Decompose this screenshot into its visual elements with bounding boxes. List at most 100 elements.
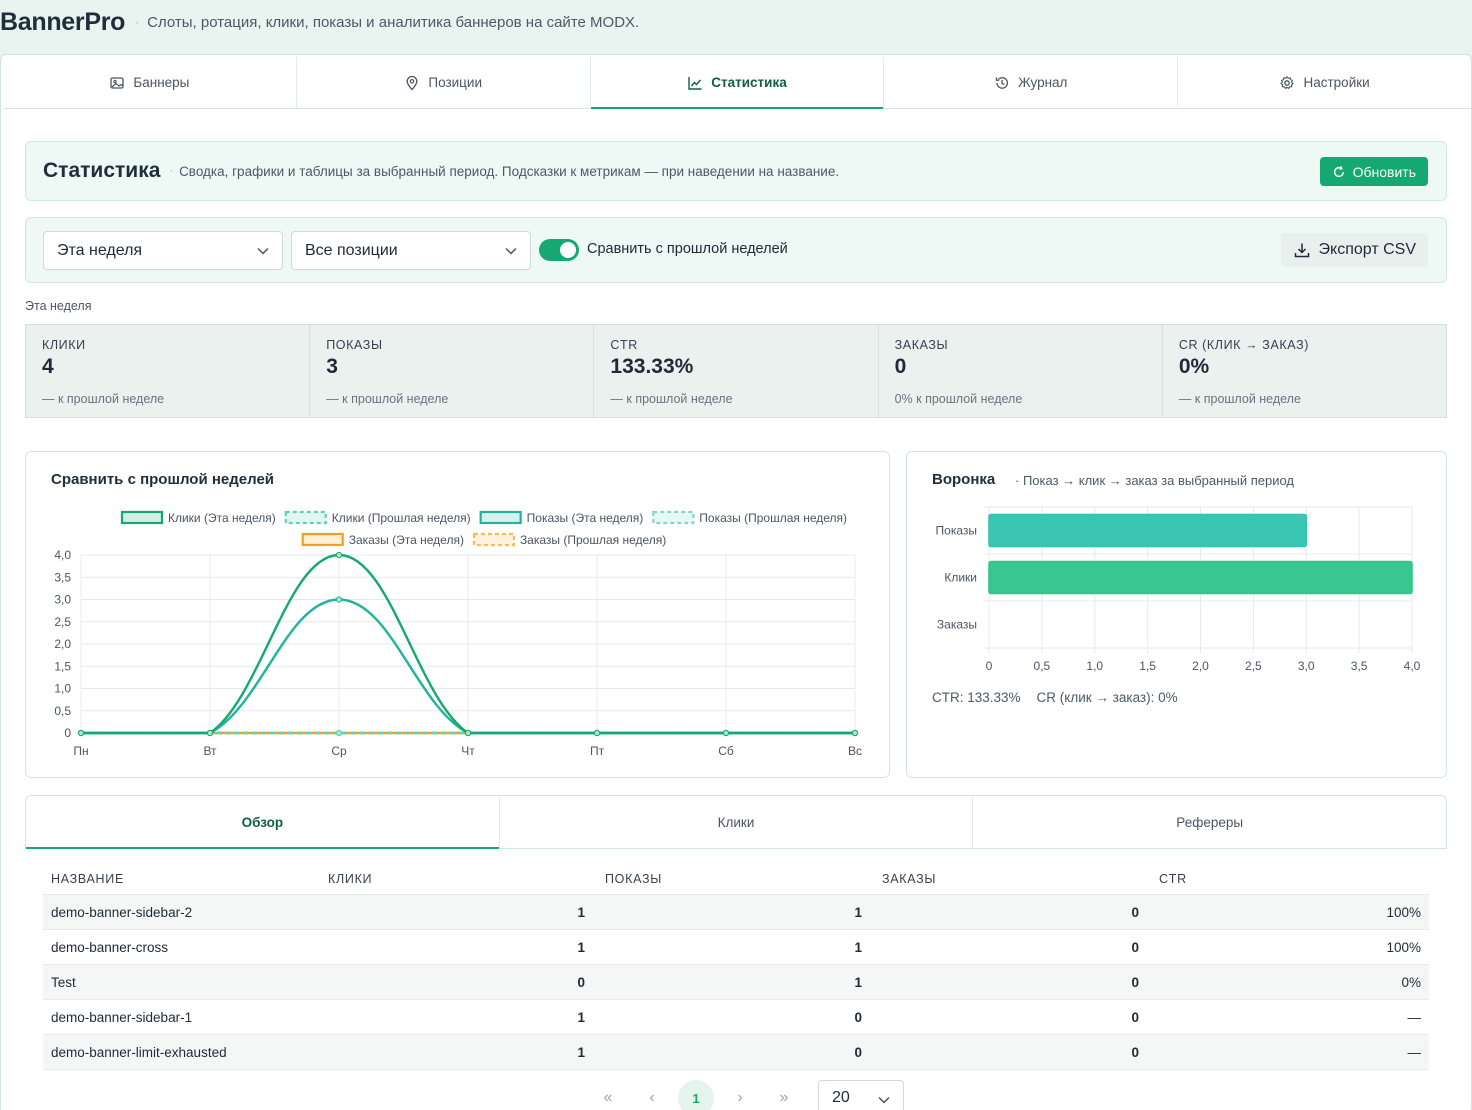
prev-page-button[interactable]: ‹ — [634, 1080, 670, 1110]
period-select-value: Эта неделя — [57, 241, 143, 259]
tab-overview[interactable]: Обзор — [26, 796, 500, 849]
tab-journal[interactable]: Журнал — [884, 57, 1179, 108]
cell-clicks: 1 — [577, 1044, 585, 1060]
column-header-orders[interactable]: ЗАКАЗЫ — [874, 872, 1151, 886]
legend-swatch — [652, 510, 695, 525]
cell-ctr: — — [1407, 1044, 1422, 1060]
funnel-ctr: CTR: 133.33% — [932, 690, 1021, 705]
x-tick-label: 4,0 — [1404, 659, 1421, 673]
toggle-knob — [560, 242, 576, 258]
y-tick-label: 2,5 — [54, 615, 71, 629]
next-page-button[interactable]: › — [722, 1080, 758, 1110]
x-tick-label: 1,5 — [1139, 659, 1156, 673]
kpi-label: CR (КЛИК → ЗАКАЗ) — [1178, 338, 1309, 352]
data-point — [335, 729, 343, 737]
table-row[interactable]: demo-banner-limit-exhausted 1 0 0 — — [43, 1035, 1429, 1070]
stats-sub-tabs: Обзор Клики Рефереры — [25, 795, 1447, 849]
cell-ctr: 0% — [1401, 974, 1421, 990]
kpi-value: 133.33% — [610, 355, 694, 378]
chevron-down-icon — [878, 1096, 890, 1104]
x-tick-label: 1,0 — [1086, 659, 1103, 673]
column-header-ctr[interactable]: CTR — [1151, 872, 1429, 886]
kpi-cr: CR (КЛИК → ЗАКАЗ) 0% — к прошлой неделе — [1163, 325, 1446, 417]
kpi-label: КЛИКИ — [42, 338, 86, 352]
comparison-chart-card: Сравнить с прошлой неделей 0 0,5 1,0 1,5 2,0… — [25, 451, 890, 778]
x-tick-label: 2,5 — [1245, 659, 1262, 673]
table-row[interactable]: demo-banner-cross 1 1 0 100% — [43, 930, 1429, 965]
column-header-clicks[interactable]: КЛИКИ — [320, 872, 597, 886]
tab-banners[interactable]: Баннеры — [3, 57, 297, 108]
legend-label: Показы (Эта неделя) — [527, 511, 644, 525]
chart-line-icon — [688, 76, 702, 90]
kpi-delta: — к прошлой неделе — [42, 392, 165, 406]
y-tick-label: 2,0 — [54, 637, 71, 651]
tab-referrers[interactable]: Рефереры — [973, 796, 1446, 848]
cell-orders: 0 — [1131, 1044, 1139, 1060]
legend-label: Показы (Прошлая неделя) — [699, 511, 847, 525]
tab-settings[interactable]: Настройки — [1178, 57, 1471, 108]
x-tick-label: Пн — [73, 744, 88, 758]
statistics-header: Статистика · Сводка, графики и таблицы з… — [25, 141, 1447, 201]
kpi-label: ЗАКАЗЫ — [894, 338, 949, 352]
title-separator: · — [135, 15, 140, 29]
tab-positions-label: Позиции — [428, 75, 482, 90]
column-header-name[interactable]: НАЗВАНИЕ — [43, 872, 320, 886]
legend-label: Клики (Эта неделя) — [168, 511, 276, 525]
tab-clicks[interactable]: Клики — [500, 796, 974, 848]
x-tick-label: Чт — [461, 744, 475, 758]
column-header-impressions[interactable]: ПОКАЗЫ — [597, 872, 874, 886]
kpi-delta: — к прошлой неделе — [326, 392, 449, 406]
table-row[interactable]: demo-banner-sidebar-2 1 1 0 100% — [43, 895, 1429, 930]
legend-swatch — [479, 510, 522, 525]
x-tick-label: Вт — [203, 744, 217, 758]
export-csv-button[interactable]: Экспорт CSV — [1280, 233, 1428, 267]
period-select[interactable]: Эта неделя — [43, 231, 283, 270]
download-icon — [1294, 243, 1309, 258]
cell-clicks: 1 — [577, 1009, 585, 1025]
funnel-bar — [988, 513, 1307, 548]
refresh-icon — [1333, 165, 1344, 177]
first-page-button[interactable]: « — [590, 1080, 626, 1110]
tab-statistics[interactable]: Статистика — [590, 57, 885, 109]
period-label: Эта неделя — [25, 299, 92, 313]
data-point — [335, 551, 343, 559]
chevron-down-icon — [257, 247, 269, 255]
kpi-orders: ЗАКАЗЫ 0 0% к прошлой неделе — [879, 325, 1163, 417]
position-select-value: Все позиции — [305, 241, 398, 259]
tab-journal-label: Журнал — [1018, 75, 1068, 90]
kpi-value: 4 — [42, 355, 54, 378]
table-row[interactable]: Test 0 1 0 0% — [43, 965, 1429, 1000]
kpi-row: КЛИКИ 4 — к прошлой неделе ПОКАЗЫ 3 — к … — [25, 324, 1447, 418]
funnel-bar — [988, 560, 1413, 595]
last-page-button[interactable]: » — [766, 1080, 802, 1110]
compare-toggle[interactable] — [539, 239, 579, 261]
data-point — [593, 729, 601, 737]
legend-label: Клики (Прошлая неделя) — [332, 511, 471, 525]
app-subtitle: Слоты, ротация, клики, показы и аналитик… — [147, 13, 640, 31]
y-tick-label: 3,5 — [54, 570, 71, 584]
tab-positions[interactable]: Позиции — [297, 57, 591, 108]
y-tick-label: Показы — [936, 524, 977, 538]
image-icon — [110, 76, 125, 89]
cell-clicks: 1 — [577, 904, 585, 920]
legend-swatch — [120, 510, 164, 525]
y-tick-label: 0,5 — [54, 704, 71, 718]
map-pin-icon — [406, 75, 418, 90]
history-icon — [996, 76, 1009, 89]
kpi-label: ПОКАЗЫ — [326, 338, 383, 352]
x-tick-label: Вс — [848, 744, 862, 758]
refresh-button[interactable]: Обновить — [1319, 157, 1428, 186]
current-page-button[interactable]: 1 — [678, 1080, 714, 1110]
page-size-select[interactable]: 20 — [818, 1080, 904, 1110]
cell-impressions: 1 — [854, 939, 862, 955]
kpi-delta: — к прошлой неделе — [610, 392, 733, 406]
comparison-line-chart: 0 0,5 1,0 1,5 2,0 2,5 3,0 3,5 4,0 Пн Вт Ср Чт Пт Сб Вс К… — [54, 510, 862, 758]
cell-name: demo-banner-limit-exhausted — [51, 1044, 227, 1060]
position-select[interactable]: Все позиции — [291, 231, 531, 270]
cell-name: Test — [51, 974, 76, 990]
cell-clicks: 0 — [577, 974, 585, 990]
kpi-ctr: CTR 133.33% — к прошлой неделе — [594, 325, 879, 417]
cell-orders: 0 — [1131, 1009, 1139, 1025]
table-row[interactable]: demo-banner-sidebar-1 1 0 0 — — [43, 1000, 1429, 1035]
funnel-bar-chart: 0 0,5 1,0 1,5 2,0 2,5 3,0 3,5 4,0 Показы Клики Зака… — [936, 506, 1421, 673]
